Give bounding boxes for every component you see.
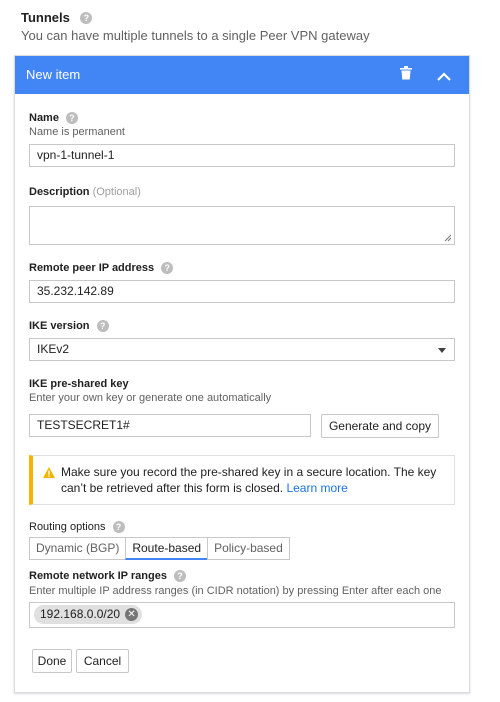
description-label: Description (Optional) [29, 186, 141, 198]
ike-version-label: IKE version ? [29, 320, 109, 333]
help-icon[interactable]: ? [66, 112, 79, 125]
ike-version-select[interactable]: IKEv2 [29, 338, 455, 361]
resize-handle-icon[interactable] [444, 234, 452, 242]
warning-triangle-icon [43, 465, 55, 483]
name-hint: Name is permanent [29, 126, 125, 138]
ip-range-chip: 192.168.0.0/20 ✕ [34, 605, 143, 624]
remote-ranges-hint: Enter multiple IP address ranges (in CID… [29, 585, 442, 597]
help-icon[interactable]: ? [80, 11, 93, 24]
warning-banner: Make sure you record the pre-shared key … [29, 455, 455, 505]
chevron-up-icon[interactable] [437, 68, 451, 86]
ike-key-label: IKE pre-shared key [29, 378, 129, 390]
remote-peer-ip-field[interactable]: 35.232.142.89 [29, 280, 455, 303]
close-circle-icon[interactable]: ✕ [125, 608, 139, 621]
trash-icon[interactable] [400, 66, 412, 85]
dropdown-arrow-icon [438, 348, 446, 353]
help-icon[interactable]: ? [161, 262, 174, 275]
done-button[interactable]: Done [32, 649, 72, 673]
help-icon[interactable]: ? [174, 570, 187, 583]
warning-text: Make sure you record the pre-shared key … [61, 465, 437, 495]
description-field[interactable] [29, 206, 455, 245]
ike-key-hint: Enter your own key or generate one autom… [29, 392, 272, 404]
tunnel-card: New item Name ? Name is permanent vpn-1-… [14, 55, 470, 693]
section-subtitle: You can have multiple tunnels to a singl… [21, 28, 370, 43]
routing-option-route-based[interactable]: Route-based [125, 537, 209, 560]
routing-option-policy-based[interactable]: Policy-based [207, 537, 290, 560]
section-header: Tunnels ? [21, 9, 93, 27]
name-field[interactable]: vpn-1-tunnel-1 [29, 144, 455, 167]
remote-ranges-label: Remote network IP ranges ? [29, 570, 187, 583]
remote-ranges-field[interactable]: 192.168.0.0/20 ✕ [29, 602, 455, 628]
help-icon[interactable]: ? [112, 521, 125, 534]
chip-label: 192.168.0.0/20 [40, 607, 121, 621]
section-title: Tunnels [21, 10, 70, 25]
ike-key-field[interactable]: TESTSECRET1# [29, 414, 311, 437]
help-icon[interactable]: ? [96, 320, 109, 333]
remote-peer-ip-label: Remote peer IP address ? [29, 262, 174, 275]
card-header: New item [15, 56, 469, 94]
routing-option-dynamic[interactable]: Dynamic (BGP) [29, 537, 127, 560]
learn-more-link[interactable]: Learn more [286, 481, 347, 495]
cancel-button[interactable]: Cancel [76, 649, 129, 673]
generate-copy-button[interactable]: Generate and copy [321, 414, 439, 438]
routing-options-label: Routing options ? [29, 521, 125, 534]
routing-options-group: Dynamic (BGP) Route-based Policy-based [29, 537, 290, 560]
name-label: Name ? [29, 112, 79, 125]
card-title: New item [26, 67, 81, 82]
